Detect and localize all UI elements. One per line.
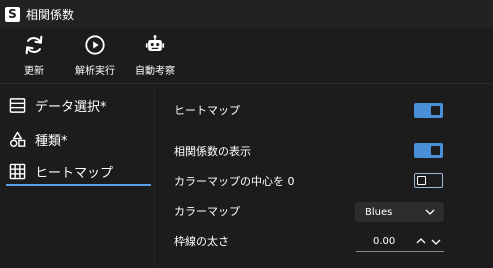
chevron-down-icon[interactable] [431, 238, 441, 246]
colormap-label: カラーマップ [174, 205, 240, 218]
auto-insight-button[interactable]: 自動考察 [130, 34, 180, 82]
run-analysis-label: 解析実行 [75, 66, 115, 77]
show-coef-label: 相関係数の表示 [174, 145, 251, 158]
toolbar: 更新 解析実行 自動考察 [0, 28, 493, 84]
chevron-down-icon [425, 209, 435, 215]
sidebar-item-label: 種類* [35, 133, 68, 149]
colormap-value: Blues [365, 206, 393, 218]
sidebar-item-label: データ選択* [35, 99, 107, 115]
heatmap-toggle-label: ヒートマップ [174, 104, 240, 117]
heatmap-toggle[interactable] [414, 103, 443, 118]
sidebar-item-type[interactable]: 種類* [6, 125, 151, 153]
toggle-knob [417, 176, 426, 185]
shapes-icon [9, 131, 26, 147]
play-icon [85, 35, 105, 55]
app-logo: S [5, 6, 20, 22]
sidebar-item-label: ヒートマップ [35, 165, 114, 181]
window-title: 相関係数 [26, 7, 75, 22]
center-zero-label: カラーマップの中心を 0 [174, 175, 295, 188]
app-window: S 相関係数 更新 解析実行 自動考察 データ選択* 種類* ヒートマップ ヒー… [0, 0, 493, 268]
sidebar-item-data-select[interactable]: データ選択* [6, 91, 151, 119]
robot-icon [145, 35, 165, 51]
grid-icon [9, 163, 26, 179]
refresh-icon [25, 35, 43, 55]
auto-insight-label: 自動考察 [135, 66, 175, 77]
chevron-up-icon[interactable] [416, 237, 426, 245]
toggle-knob [431, 106, 440, 115]
sidebar-item-heatmap[interactable]: ヒートマップ [6, 158, 151, 186]
colormap-select[interactable]: Blues [355, 202, 444, 222]
refresh-button[interactable]: 更新 [14, 34, 54, 82]
toggle-knob [431, 146, 440, 155]
sidebar: データ選択* 種類* ヒートマップ [0, 85, 155, 268]
line-width-label: 枠線の太さ [174, 235, 229, 248]
title-bar: S 相関係数 [0, 0, 493, 28]
list-icon [9, 97, 26, 113]
refresh-label: 更新 [24, 66, 44, 77]
line-width-spinbox[interactable]: 0.00 [356, 232, 444, 252]
center-zero-toggle[interactable] [414, 173, 443, 188]
line-width-value: 0.00 [373, 236, 396, 247]
run-analysis-button[interactable]: 解析実行 [70, 34, 120, 82]
heatmap-settings-panel: ヒートマップ 相関係数の表示 カラーマップの中心を 0 カラーマップ Blues… [156, 85, 493, 268]
show-coef-toggle[interactable] [414, 143, 443, 158]
